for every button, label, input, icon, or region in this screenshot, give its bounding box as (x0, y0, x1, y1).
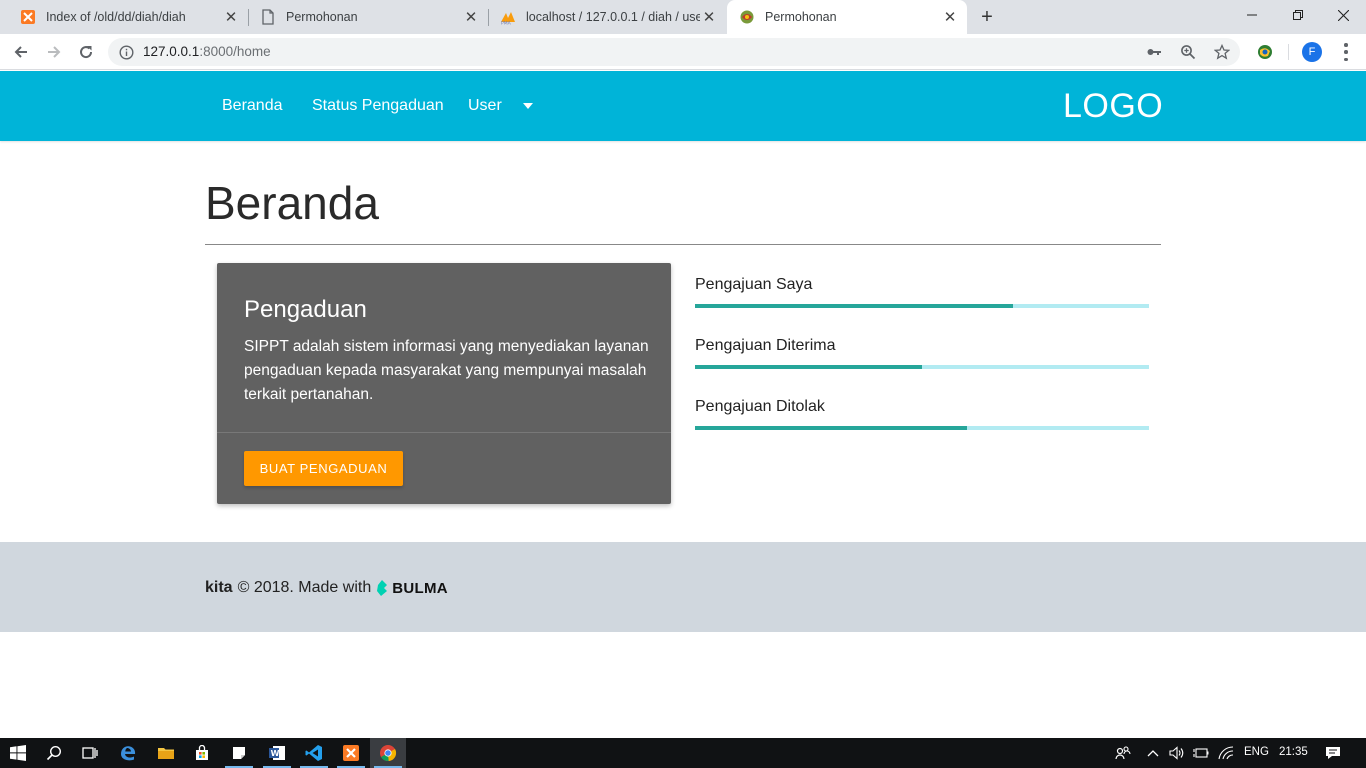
sticky-notes-icon[interactable] (221, 738, 257, 768)
language-indicator[interactable]: ENG (1244, 746, 1269, 758)
bulma-wordmark: BULMA (392, 579, 448, 597)
card-description: SIPPT adalah sistem informasi yang menye… (244, 338, 649, 403)
site-logo[interactable]: LOGO (1063, 87, 1163, 126)
notification-icon[interactable] (1316, 738, 1350, 768)
document-icon (260, 9, 276, 25)
store-icon[interactable] (184, 738, 220, 768)
site-icon (739, 9, 755, 25)
stat-label: Pengajuan Ditolak (695, 398, 825, 415)
tab-title: Permohonan (286, 10, 358, 24)
url-text: 127.0.0.1:8000/home (143, 44, 271, 59)
progress-fill (695, 426, 968, 430)
info-icon[interactable] (118, 44, 134, 60)
forward-button[interactable] (42, 40, 66, 64)
tab-title: localhost / 127.0.0.1 / diah / users (526, 10, 700, 24)
windows-start-icon[interactable] (0, 738, 36, 768)
stat-pengajuan-saya: Pengajuan Saya (695, 276, 1149, 308)
clock[interactable]: 21:35 (1279, 746, 1308, 758)
battery-icon[interactable] (1189, 738, 1213, 768)
pengaduan-card: Pengaduan SIPPT adalah sistem informasi … (217, 263, 671, 504)
back-button[interactable] (9, 40, 33, 64)
chevron-up-icon[interactable] (1141, 738, 1165, 768)
dropdown-caret-icon[interactable] (523, 103, 533, 109)
site-footer: kita © 2018. Made with BULMA (0, 542, 1366, 632)
xampp-taskbar-icon[interactable] (333, 738, 369, 768)
progress-bar (695, 426, 1149, 430)
key-icon[interactable] (1146, 44, 1162, 60)
bookmark-star-icon[interactable] (1214, 44, 1230, 60)
minimize-button[interactable] (1229, 0, 1275, 30)
windows-taskbar: W ENG 21:35 (0, 738, 1366, 768)
card-title: Pengaduan (244, 296, 367, 323)
stat-label: Pengajuan Diterima (695, 337, 836, 354)
browser-tab-strip: Index of /old/dd/diah/diah ✕ Permohonan … (0, 0, 1366, 34)
zoom-icon[interactable] (1180, 44, 1196, 60)
buat-pengaduan-button[interactable]: BUAT PENGADUAN (244, 451, 403, 486)
close-icon[interactable]: ✕ (700, 8, 718, 26)
file-explorer-icon[interactable] (148, 738, 184, 768)
close-icon[interactable]: ✕ (222, 8, 240, 26)
close-icon[interactable]: ✕ (462, 8, 480, 26)
stat-label: Pengajuan Saya (695, 276, 813, 293)
tab-permohonan-1[interactable]: Permohonan ✕ (248, 0, 488, 34)
address-bar[interactable]: 127.0.0.1:8000/home (108, 38, 1240, 66)
tab-title: Permohonan (765, 10, 837, 24)
nav-beranda[interactable]: Beranda (222, 97, 283, 115)
wifi-icon[interactable] (1213, 738, 1239, 768)
reload-button[interactable] (74, 40, 98, 64)
footer-brand: kita (205, 579, 233, 596)
menu-dots-icon[interactable] (1338, 43, 1354, 61)
close-window-button[interactable] (1320, 0, 1366, 30)
progress-fill (695, 304, 1013, 308)
phpmyadmin-icon: PMA (500, 9, 516, 25)
profile-avatar[interactable]: F (1302, 42, 1322, 62)
stat-pengajuan-diterima: Pengajuan Diterima (695, 337, 1149, 369)
toolbar-separator (1288, 44, 1289, 60)
progress-bar (695, 304, 1149, 308)
svg-text:PMA: PMA (501, 21, 512, 26)
nav-user[interactable]: User (468, 97, 502, 115)
people-icon[interactable] (1108, 738, 1138, 768)
title-divider (205, 244, 1161, 245)
tab-index[interactable]: Index of /old/dd/diah/diah ✕ (8, 0, 248, 34)
tab-title: Index of /old/dd/diah/diah (46, 10, 186, 24)
close-icon[interactable]: ✕ (941, 8, 959, 26)
volume-icon[interactable] (1165, 738, 1189, 768)
footer-text: kita © 2018. Made with BULMA (205, 579, 448, 597)
word-icon[interactable]: W (259, 738, 295, 768)
bulma-logo[interactable]: BULMA (376, 580, 448, 597)
new-tab-button[interactable]: + (976, 6, 998, 28)
task-view-icon[interactable] (72, 738, 108, 768)
card-divider (217, 432, 671, 433)
tab-phpmyadmin[interactable]: PMA localhost / 127.0.0.1 / diah / users… (488, 0, 726, 34)
restore-button[interactable] (1275, 0, 1321, 30)
vscode-icon[interactable] (296, 738, 332, 768)
chrome-taskbar-icon[interactable] (370, 738, 406, 768)
browser-toolbar: 127.0.0.1:8000/home F (0, 34, 1366, 70)
footer-copyright: © 2018. Made with (237, 579, 372, 596)
tab-permohonan-active[interactable]: Permohonan ✕ (727, 0, 967, 34)
progress-fill (695, 365, 922, 369)
progress-bar (695, 365, 1149, 369)
stat-pengajuan-ditolak: Pengajuan Ditolak (695, 398, 1149, 430)
bulma-icon (377, 580, 388, 596)
search-icon[interactable] (36, 738, 72, 768)
extension-icon[interactable] (1253, 40, 1277, 64)
svg-text:W: W (271, 749, 280, 758)
xampp-icon (20, 9, 36, 25)
nav-status-pengaduan[interactable]: Status Pengaduan (312, 97, 444, 115)
page-title: Beranda (205, 177, 379, 229)
site-navbar: Beranda Status Pengaduan User LOGO (0, 71, 1366, 141)
edge-icon[interactable] (110, 738, 146, 768)
